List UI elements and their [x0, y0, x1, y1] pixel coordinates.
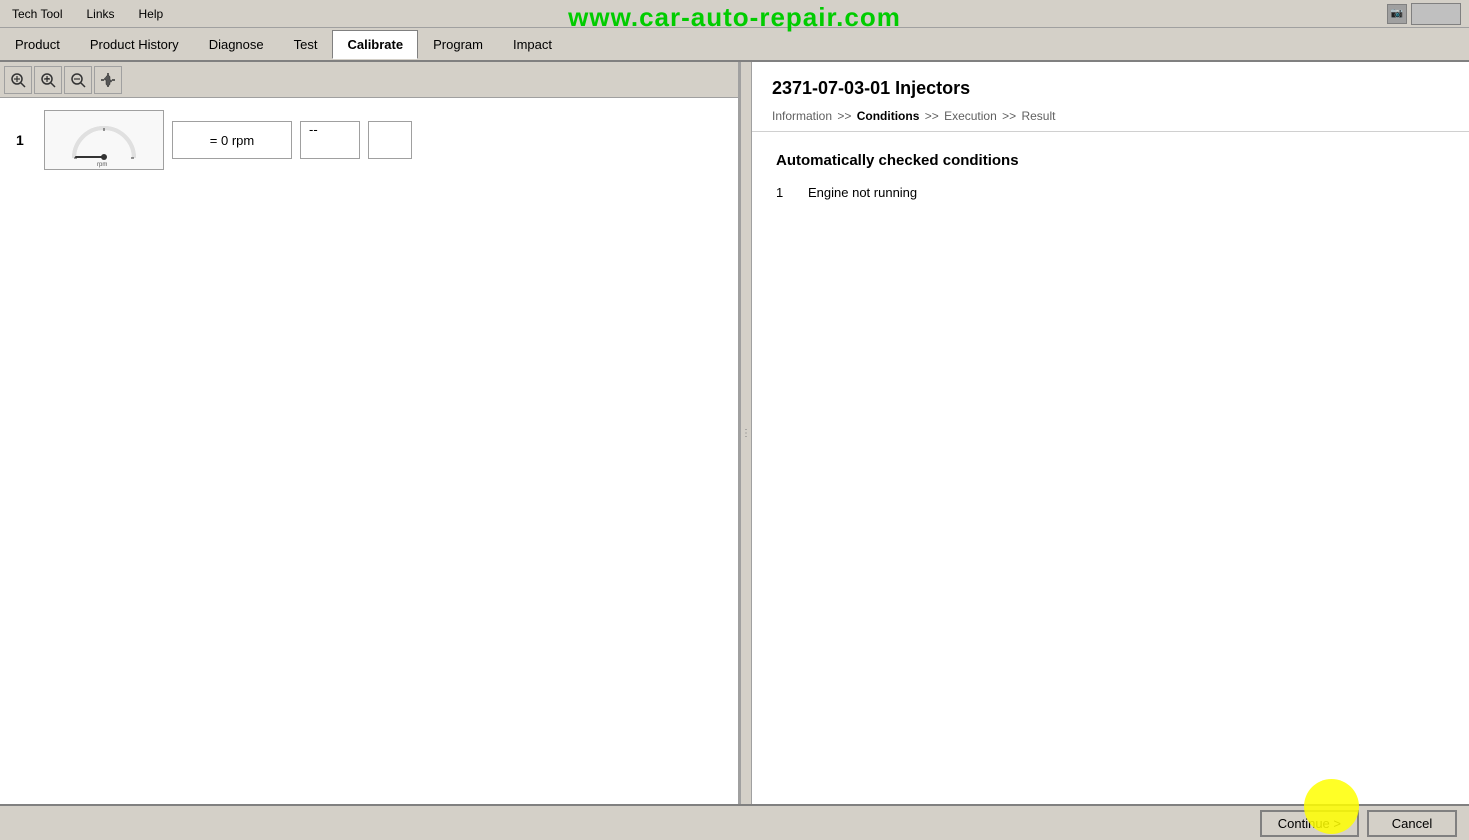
title-bar-menus: Tech Tool Links Help — [8, 5, 167, 23]
menu-diagnose[interactable]: Diagnose — [194, 30, 279, 59]
menu-links[interactable]: Links — [82, 5, 118, 23]
right-content: Automatically checked conditions 1 Engin… — [752, 132, 1469, 804]
rpm-extra-text: -- — [301, 114, 326, 145]
svg-text:+: + — [45, 74, 50, 83]
pan-button[interactable] — [94, 66, 122, 94]
divider-icon: ⋮ — [741, 428, 751, 439]
menu-product-history[interactable]: Product History — [75, 30, 194, 59]
breadcrumb-execution: Execution — [944, 109, 997, 123]
rpm-row: 1 r — [0, 98, 738, 182]
conditions-title: Automatically checked conditions — [776, 152, 1445, 169]
rpm-blank-box — [368, 121, 412, 159]
title-bar-button[interactable] — [1411, 3, 1461, 25]
menu-help[interactable]: Help — [135, 5, 168, 23]
breadcrumb-result: Result — [1021, 109, 1055, 123]
page-title: 2371-07-03-01 Injectors — [772, 78, 1449, 99]
title-icon: 📷 — [1387, 4, 1407, 24]
menu-test[interactable]: Test — [279, 30, 333, 59]
right-header: 2371-07-03-01 Injectors Information >> C… — [752, 62, 1469, 132]
menu-program[interactable]: Program — [418, 30, 498, 59]
rpm-value-text: = 0 rpm — [210, 133, 254, 148]
main-container: + 1 — [0, 62, 1469, 804]
breadcrumb-sep-3: >> — [999, 109, 1020, 123]
menu-product[interactable]: Product — [0, 30, 75, 59]
menu-bar: Product Product History Diagnose Test Ca… — [0, 28, 1469, 62]
menu-tech-tool[interactable]: Tech Tool — [8, 5, 66, 23]
zoom-fit-button[interactable] — [4, 66, 32, 94]
zoom-in-button[interactable]: + — [34, 66, 62, 94]
rpm-row-number: 1 — [16, 132, 36, 148]
cancel-button[interactable]: Cancel — [1367, 810, 1457, 837]
toolbar: + — [0, 62, 738, 98]
breadcrumb-sep-1: >> — [834, 109, 855, 123]
divider-handle[interactable]: ⋮ — [740, 62, 752, 804]
left-panel: + 1 — [0, 62, 740, 804]
rpm-extra-display: -- — [300, 121, 360, 159]
zoom-out-button[interactable] — [64, 66, 92, 94]
breadcrumb-information: Information — [772, 109, 832, 123]
title-bar-controls: 📷 — [1387, 3, 1461, 25]
condition-number-1: 1 — [776, 185, 796, 200]
svg-text:rpm: rpm — [97, 162, 107, 168]
menu-calibrate[interactable]: Calibrate — [332, 30, 418, 59]
right-panel: 2371-07-03-01 Injectors Information >> C… — [752, 62, 1469, 804]
condition-item-1: 1 Engine not running — [776, 185, 1445, 200]
breadcrumb-conditions: Conditions — [857, 109, 920, 123]
rpm-value-display: = 0 rpm — [172, 121, 292, 159]
breadcrumb: Information >> Conditions >> Execution >… — [772, 109, 1449, 123]
breadcrumb-sep-2: >> — [921, 109, 942, 123]
rpm-gauge: rpm — [44, 110, 164, 170]
left-content: 1 r — [0, 98, 738, 804]
menu-impact[interactable]: Impact — [498, 30, 567, 59]
continue-button[interactable]: Continue > — [1260, 810, 1359, 837]
status-bar: Continue > Cancel — [0, 804, 1469, 840]
title-bar: Tech Tool Links Help www.car-auto-repair… — [0, 0, 1469, 28]
condition-text-1: Engine not running — [808, 185, 917, 200]
